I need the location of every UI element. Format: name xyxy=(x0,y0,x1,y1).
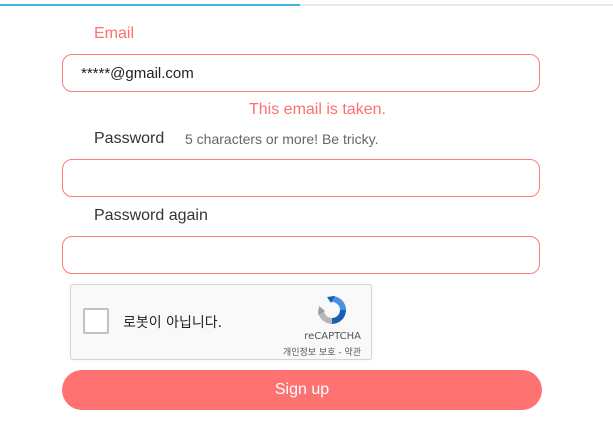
password-label: Password xyxy=(94,130,165,147)
password-hint: 5 characters or more! Be tricky. xyxy=(185,131,379,147)
recaptcha-brand: reCAPTCHA xyxy=(304,331,361,342)
email-field-container[interactable] xyxy=(62,54,540,92)
password-field-container[interactable] xyxy=(62,159,540,197)
signup-form: Email This email is taken. Password 5 ch… xyxy=(0,0,613,426)
recaptcha-logo-icon xyxy=(318,296,346,324)
email-label: Email xyxy=(94,25,135,42)
email-field[interactable] xyxy=(79,63,523,83)
recaptcha-widget: 로봇이 아닙니다. reCAPTCHA 개인정보 보호 - 약관 xyxy=(70,284,372,360)
sign-up-button[interactable]: Sign up xyxy=(62,370,542,410)
password-again-label: Password again xyxy=(94,207,208,224)
recaptcha-checkbox[interactable] xyxy=(83,308,109,334)
email-error-message: This email is taken. xyxy=(249,101,386,118)
recaptcha-checkbox-label: 로봇이 아닙니다. xyxy=(123,315,223,331)
recaptcha-privacy-terms[interactable]: 개인정보 보호 - 약관 xyxy=(283,345,361,358)
password-field[interactable] xyxy=(79,168,523,188)
password-again-field[interactable] xyxy=(79,245,523,265)
password-again-field-container[interactable] xyxy=(62,236,540,274)
